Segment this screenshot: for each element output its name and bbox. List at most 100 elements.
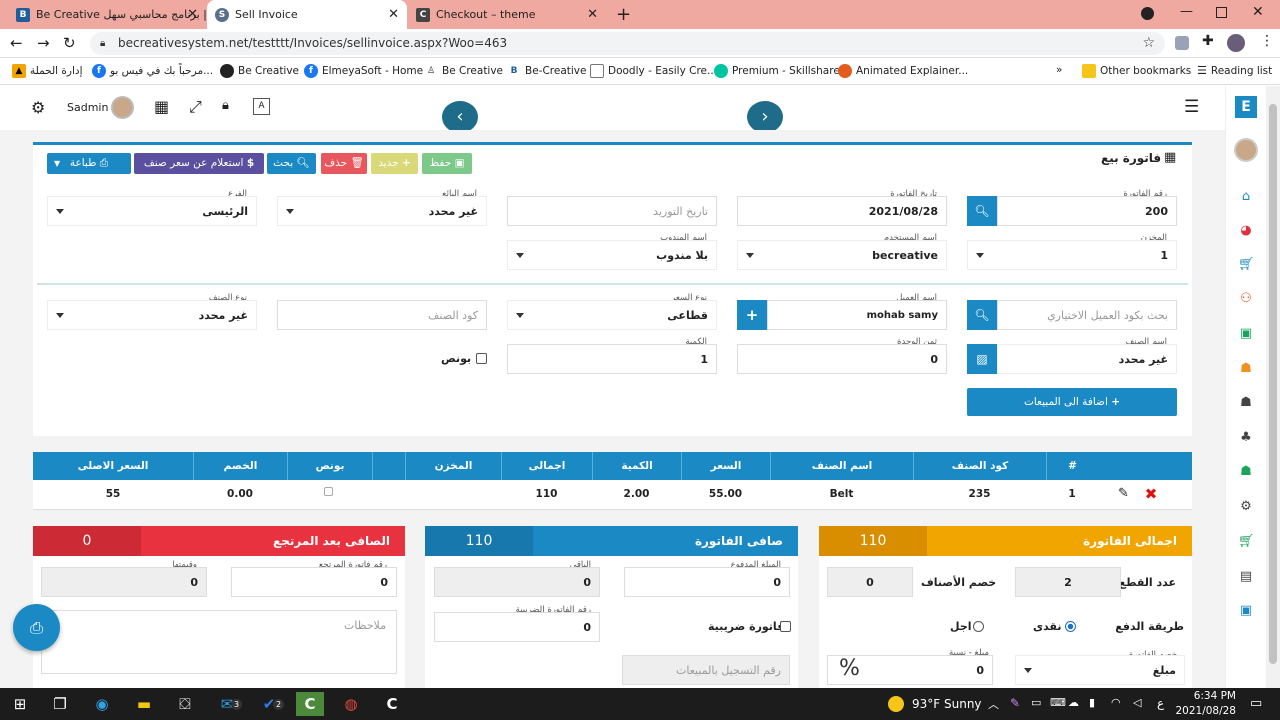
tray-chevron-up-icon[interactable]: ︿ (988, 696, 999, 712)
bookmark-item[interactable]: Premium - Skillshare (714, 64, 840, 78)
item-image-button[interactable]: ▨ (967, 344, 997, 374)
weather-text[interactable]: 93°F Sunny (912, 697, 982, 711)
rail-avatar[interactable] (1234, 138, 1258, 162)
print-button[interactable]: ▼ طباعة ⎙ (47, 153, 131, 174)
group-icon[interactable]: ☗ (1238, 361, 1254, 377)
close-tab-icon[interactable]: ✕ (388, 7, 399, 22)
search-button[interactable]: بحث 🔍︎ (267, 153, 316, 174)
cart-icon[interactable]: 🛒︎ (1238, 257, 1255, 273)
bookmark-item[interactable]: B Be-Creative (507, 64, 586, 78)
store-select[interactable]: 1 (967, 240, 1177, 270)
delete-button[interactable]: حذف 🗑︎ (321, 153, 367, 174)
browser-tab[interactable]: C Checkout – theme ✕ (408, 0, 606, 29)
invoice-search-button[interactable]: 🔍︎ (967, 196, 997, 226)
battery-icon[interactable]: ▮ (1089, 696, 1095, 709)
paid-input[interactable]: 0 (624, 567, 790, 597)
maximize-icon[interactable] (1216, 7, 1227, 18)
todo-icon[interactable]: ✔ 2 (256, 692, 284, 716)
pen-icon[interactable]: ✎ (1010, 696, 1020, 710)
close-tab-icon[interactable]: ✕ (587, 7, 598, 22)
camtasia-icon[interactable]: C (296, 692, 324, 716)
people-icon[interactable]: ☗ (1238, 395, 1254, 411)
invoice-no-field[interactable]: 200 (997, 196, 1177, 226)
supply-date-field[interactable]: تاريخ التوريد (507, 196, 717, 226)
file-explorer-icon[interactable]: ▬ (131, 692, 157, 716)
edge-icon[interactable]: ◉ (89, 692, 115, 716)
minimize-icon[interactable]: — (1180, 4, 1193, 19)
seller-select[interactable]: غير محدد (277, 196, 487, 226)
language-icon[interactable]: A (253, 98, 270, 115)
deferred-radio[interactable] (973, 621, 984, 632)
bonus-checkbox[interactable] (476, 353, 487, 364)
bookmark-item[interactable]: ▲ إدارة الحملة (12, 64, 83, 78)
user-select[interactable]: becreative (737, 240, 947, 270)
new-button[interactable]: جديد + (371, 153, 418, 174)
customer-search-button[interactable]: 🔍︎ (967, 300, 997, 330)
chrome-icon[interactable]: ◍ (338, 692, 364, 716)
browser-tab-active[interactable]: S Sell Invoice ✕ (207, 0, 407, 29)
notes-textarea[interactable]: ملاحظات (41, 610, 397, 674)
edit-row-icon[interactable]: ✎ (1111, 480, 1136, 508)
tax-invoice-checkbox[interactable] (780, 621, 791, 632)
mail-icon[interactable]: ✉ 3 (214, 692, 242, 716)
sales-registration-input[interactable]: رقم التسجيل بالمبيعات (622, 655, 790, 685)
branch-select[interactable]: الرئيسى (47, 196, 257, 226)
store-icon[interactable]: ⛋ (172, 692, 198, 716)
url-bar[interactable]: 🔒︎ becreativesystem.net/testttt/Invoices… (90, 32, 1165, 55)
user-avatar[interactable] (111, 96, 134, 119)
notifications-icon[interactable]: ▭ (1250, 696, 1262, 711)
chrome-menu-icon[interactable]: ⋮ (1260, 33, 1274, 49)
item-code-input[interactable]: كود الصنف (277, 300, 487, 330)
bookmark-item[interactable]: Be Creative (220, 64, 299, 78)
capcut-icon[interactable]: C (379, 692, 405, 716)
tab-search-icon[interactable] (1141, 7, 1154, 20)
money-icon[interactable]: ▣ (1238, 326, 1254, 342)
cloud-icon[interactable]: ☁ (1068, 696, 1079, 709)
previous-invoice-button[interactable]: ‹ (442, 101, 478, 133)
item-type-select[interactable]: غير محدد (47, 300, 257, 330)
settings-gear-icon[interactable]: ⚙ (31, 98, 45, 117)
users-icon[interactable]: ⚇ (1238, 291, 1254, 307)
rep-select[interactable]: بلا مندوب (507, 240, 717, 270)
windows-start-icon[interactable]: ⊞ (7, 692, 33, 716)
floating-print-button[interactable]: ⎙ (13, 604, 60, 651)
return-no-input[interactable]: 0 (231, 567, 397, 597)
apps-grid-icon[interactable]: ▦ (154, 97, 169, 116)
bookmark-item[interactable]: Animated Explainer... (838, 64, 968, 78)
add-to-sales-button[interactable]: اضافة الى المبيعات + (967, 388, 1177, 416)
chart-icon[interactable]: ◕ (1238, 223, 1254, 239)
close-tab-icon[interactable]: ✕ (187, 7, 198, 22)
cart-plus-icon[interactable]: 🛒︎ (1238, 534, 1255, 550)
browser-tab[interactable]: B Be Creative برنامج محاسبي سهل | ✕ (8, 0, 206, 29)
more-bookmarks-icon[interactable]: » (1056, 64, 1062, 76)
next-invoice-button[interactable]: › (747, 101, 783, 133)
bookmark-item[interactable]: f ElmeyaSoft - Home (304, 64, 423, 78)
qty-input[interactable]: 1 (507, 344, 717, 374)
cogs-icon[interactable]: ⚙ (1238, 499, 1254, 515)
clock-date[interactable]: 2021/08/28 (1172, 705, 1236, 717)
add-customer-button[interactable]: + (737, 300, 767, 330)
network-icon[interactable]: ▭ (1031, 696, 1041, 709)
team-icon[interactable]: ☗ (1238, 464, 1254, 480)
other-bookmarks[interactable]: Other bookmarks (1082, 64, 1191, 78)
delete-row-icon[interactable]: ✖ (1136, 480, 1166, 508)
book-icon[interactable]: ▤ (1238, 569, 1254, 585)
extensions-puzzle-icon[interactable]: ✚ (1202, 33, 1214, 49)
keyboard-icon[interactable]: ⌨ (1050, 696, 1066, 709)
new-tab-icon[interactable]: + (616, 4, 631, 25)
lock-icon[interactable]: 🔒︎ (222, 98, 229, 113)
scrollbar-thumb[interactable] (1269, 104, 1277, 664)
customer-search-input[interactable]: بحث بكود العميل الاختياري (997, 300, 1177, 330)
cash-radio[interactable] (1065, 621, 1076, 632)
table-row[interactable]: ✖ ✎ 1 235 Belt 55.00 2.00 110 0.00 55 (33, 480, 1192, 508)
bookmark-star-icon[interactable]: ☆ (1142, 32, 1155, 55)
reading-list[interactable]: ☰ Reading list (1197, 64, 1272, 77)
fullscreen-icon[interactable]: ⤢ (189, 97, 202, 117)
close-window-icon[interactable]: ✕ (1252, 4, 1264, 20)
price-type-select[interactable]: قطاعى (507, 300, 717, 330)
reload-icon[interactable]: ↻ (63, 34, 76, 52)
bookmark-item[interactable]: ♙ Be Creative (424, 64, 503, 78)
hamburger-menu-icon[interactable]: ☰ (1184, 97, 1199, 117)
home-icon[interactable]: ⌂ (1238, 189, 1254, 205)
sitemap-icon[interactable]: ♣ (1238, 430, 1254, 446)
